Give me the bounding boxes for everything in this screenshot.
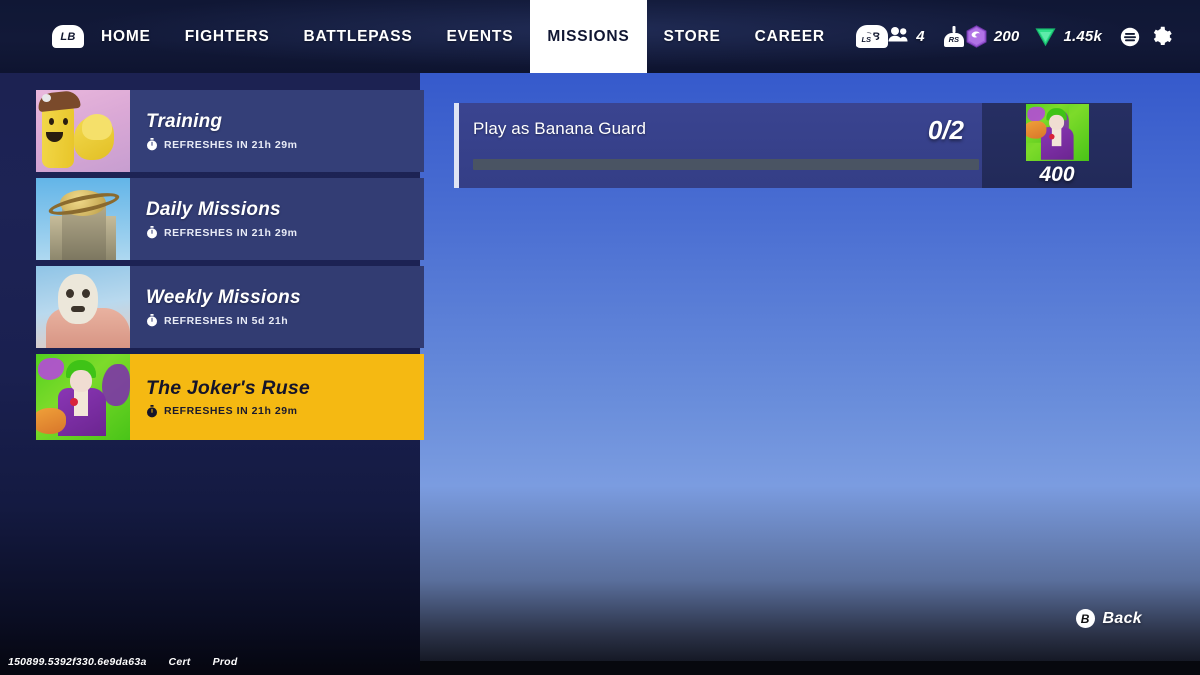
- mission-title: Play as Banana Guard: [473, 119, 647, 138]
- token-amount: 1.45k: [1063, 28, 1102, 45]
- refresh-text: REFRESHES IN 5d 21h: [164, 314, 289, 327]
- mission-category-card-daily[interactable]: Daily Missions REFRESHES IN 21h 29m: [36, 178, 424, 260]
- left-stick-icon: LS: [856, 25, 877, 47]
- build-env: Prod: [212, 656, 238, 668]
- right-stick-icon: RS: [943, 25, 964, 47]
- back-button-label: Back: [1102, 609, 1142, 627]
- mission-category-list: Training REFRESHES IN 21h 29m Daily Miss…: [36, 90, 424, 446]
- joker-reward-thumbnail: [1025, 104, 1089, 161]
- refresh-text: REFRESHES IN 21h 29m: [164, 226, 298, 239]
- category-title: The Joker's Ruse: [146, 376, 310, 399]
- game-menu-screen: LB HOME FIGHTERS BATTLEPASS EVENTS MISSI…: [0, 0, 1200, 675]
- timer-icon: [146, 314, 158, 327]
- left-bumper-icon[interactable]: LB: [52, 25, 84, 48]
- party-status[interactable]: LS 4: [856, 25, 925, 47]
- currency-status[interactable]: RS 200 1.45k: [943, 25, 1102, 48]
- mission-category-card-jokers-ruse[interactable]: The Joker's Ruse REFRESHES IN 21h 29m: [36, 354, 424, 440]
- b-button-icon: B: [1075, 609, 1095, 628]
- nav-item-battlepass[interactable]: BATTLEPASS: [286, 0, 429, 73]
- nav-item-missions[interactable]: MISSIONS: [530, 0, 647, 73]
- gem-amount: 200: [993, 28, 1020, 45]
- category-refresh: REFRESHES IN 21h 29m: [146, 404, 424, 418]
- mission-reward-amount: 400: [1039, 163, 1075, 186]
- refresh-text: REFRESHES IN 21h 29m: [164, 405, 298, 417]
- nav-item-events[interactable]: EVENTS: [430, 0, 531, 73]
- players-count: 4: [916, 28, 925, 45]
- purple-hex-gem-icon: [966, 25, 987, 48]
- status-cluster: LS 4 RS 200 1.45k: [856, 0, 1174, 73]
- mission-category-card-training[interactable]: Training REFRESHES IN 21h 29m: [36, 90, 424, 172]
- mission-progress-count: 0/2: [927, 115, 964, 145]
- mission-reward: 400: [982, 103, 1132, 188]
- build-stage: Cert: [168, 656, 191, 668]
- nav-item-store[interactable]: STORE: [647, 0, 738, 73]
- nav-item-career[interactable]: CAREER: [738, 0, 842, 73]
- refresh-text: REFRESHES IN 21h 29m: [164, 138, 298, 151]
- back-button[interactable]: B Back: [1075, 609, 1142, 628]
- main-nav: LB HOME FIGHTERS BATTLEPASS EVENTS MISSI…: [52, 0, 888, 73]
- top-navigation-bar: LB HOME FIGHTERS BATTLEPASS EVENTS MISSI…: [0, 0, 1200, 73]
- main-background: [420, 0, 1200, 675]
- category-title: Training: [146, 111, 223, 132]
- jason-hockey-mask-thumbnail: [36, 266, 130, 348]
- joker-thumbnail: [36, 354, 130, 440]
- people-icon: [888, 26, 909, 47]
- gear-icon[interactable]: [1152, 26, 1174, 48]
- list-menu-icon[interactable]: [1120, 27, 1140, 47]
- category-title: Weekly Missions: [146, 287, 301, 308]
- timer-icon: [146, 226, 158, 239]
- category-refresh: REFRESHES IN 21h 29m: [146, 226, 424, 239]
- banana-guard-flexing-thumbnail: [36, 90, 130, 172]
- category-refresh: REFRESHES IN 21h 29m: [146, 138, 424, 151]
- nav-item-home[interactable]: HOME: [84, 0, 168, 73]
- timer-icon: [146, 404, 158, 418]
- nav-item-fighters[interactable]: FIGHTERS: [168, 0, 287, 73]
- mission-details: Play as Banana Guard 0/2: [459, 103, 982, 188]
- green-triangle-token-icon: [1035, 26, 1056, 47]
- mission-category-card-weekly[interactable]: Weekly Missions REFRESHES IN 5d 21h: [36, 266, 424, 348]
- mission-row[interactable]: Play as Banana Guard 0/2 400: [454, 103, 1132, 188]
- category-title: Daily Missions: [146, 199, 281, 220]
- category-refresh: REFRESHES IN 5d 21h: [146, 314, 424, 327]
- build-info: 150899.5392f330.6e9da63a Cert Prod: [8, 656, 237, 668]
- timer-icon: [146, 138, 158, 151]
- daily-planet-building-thumbnail: [36, 178, 130, 260]
- mission-progress-bar: [473, 159, 979, 170]
- build-id: 150899.5392f330.6e9da63a: [8, 656, 147, 668]
